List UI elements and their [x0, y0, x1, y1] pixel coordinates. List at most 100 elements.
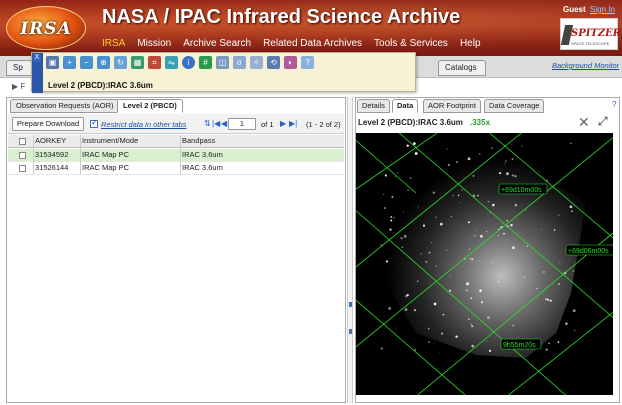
star — [383, 193, 385, 196]
star — [401, 246, 404, 249]
star — [413, 309, 417, 312]
first-page-icon[interactable]: |◀ — [212, 119, 220, 128]
last-page-icon[interactable]: ▶| — [289, 119, 297, 128]
tab-data[interactable]: Data — [392, 99, 419, 113]
flip-icon[interactable]: ⇋ — [165, 56, 178, 69]
prev-page-icon[interactable]: ◀ — [221, 119, 227, 128]
star — [460, 202, 461, 203]
star — [394, 176, 396, 178]
star — [467, 221, 470, 224]
tab-observation-requests[interactable]: Observation Requests (AOR) — [10, 99, 120, 113]
star — [466, 282, 469, 286]
star — [380, 347, 383, 350]
spitzer-logo[interactable]: SPITZER SPACE TELESCOPE — [560, 18, 621, 50]
star — [427, 327, 430, 330]
irsa-logo[interactable]: IRSA — [6, 6, 86, 50]
star — [470, 257, 474, 261]
crop-icon[interactable]: ⌗ — [148, 56, 161, 69]
area-icon[interactable]: ◫ — [216, 56, 229, 69]
star — [467, 318, 470, 320]
filter-icon[interactable]: ⇅ — [204, 119, 211, 128]
layers-icon[interactable]: ▦ — [131, 56, 144, 69]
sign-in-link[interactable]: Sign In — [590, 5, 615, 14]
star — [433, 302, 437, 306]
star — [428, 251, 431, 254]
star — [465, 288, 469, 292]
next-page-icon[interactable]: ▶ — [280, 119, 286, 128]
nav-related-archives[interactable]: Related Data Archives — [263, 38, 362, 49]
tab-level2-pbcd[interactable]: Level 2 (PBCD) — [117, 99, 183, 113]
collapsed-row-marker[interactable]: ▶ F — [12, 82, 25, 91]
panel-splitter[interactable] — [347, 97, 353, 403]
tab-aor-footprint[interactable]: AOR Footprint — [423, 99, 481, 113]
column-aorkey[interactable]: AORKEY — [35, 135, 66, 147]
help-icon[interactable]: ? — [301, 56, 314, 69]
color-icon[interactable]: ◐ — [284, 56, 297, 69]
spitzer-subtext: SPACE TELESCOPE — [571, 41, 610, 46]
star — [487, 200, 490, 203]
star — [486, 230, 488, 233]
star — [470, 323, 472, 326]
tab-data-coverage[interactable]: Data Coverage — [484, 99, 545, 113]
star — [538, 171, 540, 173]
star — [511, 174, 514, 177]
star — [473, 234, 476, 237]
page-number-input[interactable]: 1 — [228, 118, 256, 130]
restrict-checkbox[interactable] — [90, 118, 98, 128]
row-checkbox[interactable] — [19, 165, 26, 172]
restore-icon[interactable]: ⟲ — [267, 56, 280, 69]
cell-mode: IRAC Map PC — [82, 150, 130, 159]
zoom-out-icon[interactable]: − — [80, 56, 93, 69]
compass-icon[interactable]: ✧ — [250, 56, 263, 69]
column-bandpass[interactable]: Bandpass — [182, 135, 215, 147]
save-icon[interactable]: ▣ — [46, 56, 59, 69]
tools-icon[interactable]: ✕ — [578, 114, 590, 131]
stats-icon[interactable]: σ — [233, 56, 246, 69]
star — [470, 297, 473, 299]
star — [406, 293, 409, 297]
sky-image-viewer[interactable]: +69d10m00s +69d06m00s 9h55m20s — [356, 133, 613, 395]
restrict-data-link[interactable]: Restrict data in other tabs — [101, 120, 186, 129]
table-row[interactable]: 31526144 IRAC Map PC IRAC 3.6um — [8, 162, 344, 175]
star — [479, 153, 481, 155]
rotate-icon[interactable]: ↻ — [114, 56, 127, 69]
nav-irsa[interactable]: IRSA — [102, 38, 125, 49]
star — [422, 224, 426, 227]
tab-details[interactable]: Details — [357, 99, 390, 113]
help-icon[interactable]: ? — [612, 100, 616, 109]
star — [525, 209, 527, 211]
tab-search[interactable]: Sp — [6, 60, 32, 76]
select-all-checkbox[interactable] — [19, 138, 26, 145]
prepare-download-button[interactable]: Prepare Download — [12, 117, 85, 131]
star — [476, 229, 478, 231]
background-monitor-link[interactable]: Background Monitor — [552, 61, 619, 70]
nav-mission[interactable]: Mission — [137, 38, 171, 49]
star — [385, 260, 389, 263]
collapse-right-icon[interactable] — [349, 329, 352, 334]
table-row[interactable]: 31534592 IRAC Map PC IRAC 3.6um — [8, 149, 344, 162]
star — [461, 189, 463, 191]
star — [512, 324, 514, 327]
star — [492, 203, 495, 207]
star — [498, 171, 502, 175]
close-icon[interactable]: X — [33, 54, 41, 62]
nav-tools-services[interactable]: Tools & Services — [374, 38, 448, 49]
star — [452, 194, 454, 197]
star — [433, 343, 435, 345]
collapse-left-icon[interactable] — [349, 302, 352, 307]
star — [390, 219, 393, 222]
zoom-fit-icon[interactable]: ⊕ — [97, 56, 110, 69]
info-icon[interactable]: i — [182, 56, 195, 69]
nav-help[interactable]: Help — [460, 38, 481, 49]
star — [521, 145, 523, 147]
zoom-in-icon[interactable]: + — [63, 56, 76, 69]
grid-icon[interactable]: # — [199, 56, 212, 69]
nav-archive-search[interactable]: Archive Search — [183, 38, 251, 49]
star — [548, 342, 550, 345]
sky-image[interactable]: +69d10m00s +69d06m00s 9h55m20s — [356, 133, 613, 395]
row-checkbox[interactable] — [19, 152, 26, 159]
column-instrument-mode[interactable]: Instrument/Mode — [82, 135, 138, 147]
expand-icon[interactable]: ⤢ — [598, 114, 608, 129]
tab-catalogs[interactable]: Catalogs — [438, 60, 486, 76]
star — [546, 298, 550, 302]
